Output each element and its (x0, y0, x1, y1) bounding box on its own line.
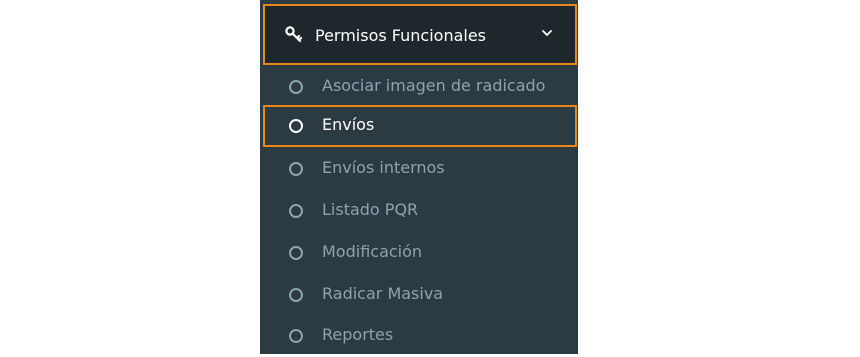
menu-item-envios-internos[interactable]: Envíos internos (260, 148, 578, 190)
key-icon (285, 26, 303, 42)
menu-item-label: Modificación (322, 242, 423, 261)
menu-item-radicar-masiva[interactable]: Radicar Masiva (260, 274, 578, 316)
circle-icon (289, 288, 303, 302)
menu-item-label: Radicar Masiva (322, 284, 444, 303)
circle-icon (289, 162, 303, 176)
sidebar-menu: Permisos Funcionales Asociar imagen de r… (260, 0, 578, 354)
circle-icon (289, 80, 303, 94)
menu-item-asociar-imagen[interactable]: Asociar imagen de radicado (260, 66, 578, 108)
menu-item-modificacion[interactable]: Modificación (260, 232, 578, 274)
menu-item-label: Envíos (322, 115, 375, 134)
circle-icon (289, 246, 303, 260)
circle-icon (289, 204, 303, 218)
chevron-down-icon[interactable] (541, 28, 553, 38)
menu-item-label: Listado PQR (322, 200, 419, 219)
circle-icon (289, 119, 303, 133)
menu-item-reportes[interactable]: Reportes (260, 315, 578, 357)
menu-item-label: Asociar imagen de radicado (322, 76, 546, 95)
menu-header-label: Permisos Funcionales (315, 26, 487, 45)
menu-header-permisos-funcionales[interactable]: Permisos Funcionales (263, 4, 577, 65)
menu-item-label: Reportes (322, 325, 394, 344)
menu-item-label: Envíos internos (322, 158, 445, 177)
circle-icon (289, 329, 303, 343)
menu-item-listado-pqr[interactable]: Listado PQR (260, 190, 578, 232)
menu-item-envios[interactable]: Envíos (263, 105, 577, 147)
